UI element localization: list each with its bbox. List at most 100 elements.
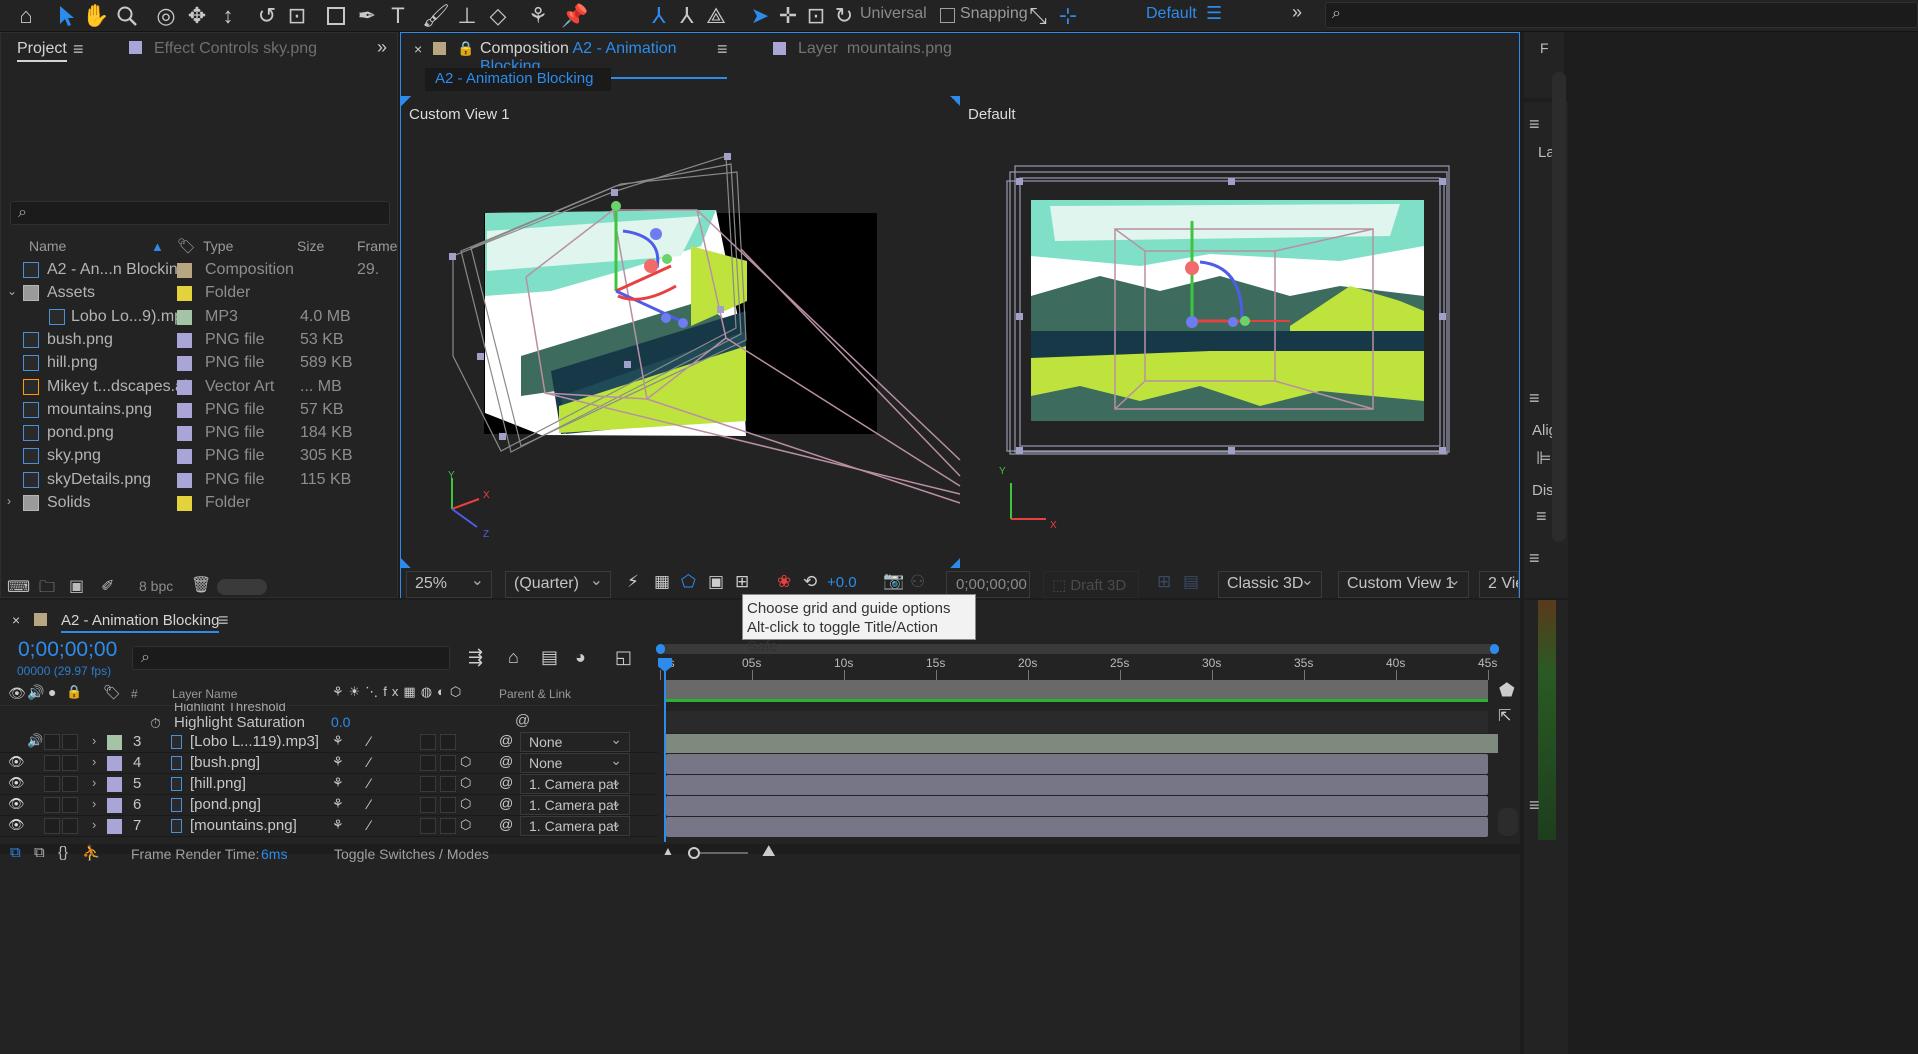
close-tab-icon[interactable]: × — [414, 41, 422, 57]
shy-icon[interactable]: ⚘ — [332, 796, 344, 812]
adjustment-toggle[interactable] — [420, 734, 436, 750]
timeline-search-input[interactable]: ⌕ — [132, 646, 450, 670]
in-out-stretch-icon[interactable]: {} — [58, 844, 68, 861]
parent-link-column[interactable]: Parent & Link — [499, 687, 571, 701]
motion-blur-toggle[interactable] — [440, 734, 456, 750]
home-icon[interactable]: ⌂ — [12, 2, 40, 30]
lock-icon[interactable]: 🔒 — [457, 40, 474, 57]
layer-label-swatch[interactable] — [107, 735, 122, 750]
layer-name[interactable]: [hill.png] — [190, 775, 246, 792]
lock-toggle[interactable] — [62, 734, 78, 750]
new-folder-icon[interactable]: 🗀 — [39, 576, 55, 603]
resolution-dropdown[interactable]: (Quarter) — [505, 570, 611, 598]
quality-icon[interactable]: ⁄ — [368, 733, 370, 749]
motion-blur-toggle[interactable] — [440, 818, 456, 834]
expand-workspaces-icon[interactable]: » — [1292, 2, 1302, 23]
parent-dropdown[interactable]: None — [520, 752, 630, 773]
stopwatch-icon[interactable]: ⏱ — [150, 715, 161, 732]
motion-blur-toggle[interactable] — [440, 797, 456, 813]
puppet-pin-icon[interactable]: 📌 — [561, 2, 589, 30]
chevron-right-icon[interactable]: › — [92, 733, 96, 748]
comp-duration-bar[interactable] — [666, 680, 1488, 699]
timeline-tab[interactable]: A2 - Animation Blocking — [61, 612, 220, 633]
comp-viewer[interactable]: Custom View 1 Default Y X Z Y X — [401, 96, 1519, 568]
motion-blur-toggle[interactable] — [440, 755, 456, 771]
shy-icon[interactable]: ⚘ — [332, 817, 344, 833]
align-panel-menu-icon[interactable]: ≡ — [1529, 388, 1540, 409]
workspace-name[interactable]: Default — [1146, 5, 1197, 23]
project-item-row[interactable]: sky.png PNG file 305 KB — [1, 445, 397, 468]
distribute-icon[interactable]: ≡ — [1536, 506, 1547, 527]
draft-3d-timeline-icon[interactable]: ⌂ — [508, 647, 519, 668]
align-left-icon[interactable]: ⊫ — [1536, 448, 1552, 469]
label-color-swatch[interactable] — [177, 309, 192, 325]
highlight-saturation-value[interactable]: 0.0 — [331, 714, 350, 730]
timeline-scrollbar[interactable] — [1498, 808, 1518, 836]
pan-behind-icon[interactable]: ⊡ — [283, 2, 311, 30]
work-area-start-handle[interactable] — [656, 644, 665, 654]
timeline-layer-row[interactable]: 👁 › 4 [bush.png] ⚘ ⁄ ⬡ @ None — [0, 752, 658, 774]
region-of-interest-icon[interactable]: ▣ — [708, 572, 724, 592]
sort-ascending-icon[interactable]: ▲ — [151, 239, 164, 254]
eye-icon[interactable]: 👁 — [8, 754, 25, 770]
time-ruler[interactable]: 0s05s10s15s20s25s30s35s40s45s — [660, 656, 1497, 680]
zoom-in-icon[interactable]: ⛰ — [762, 843, 775, 861]
label-color-swatch[interactable] — [177, 496, 192, 511]
rectangle-tool-icon[interactable] — [322, 2, 350, 30]
lock-column-icon[interactable]: 🔒 — [66, 684, 82, 700]
project-search-input[interactable]: ⌕ — [10, 201, 390, 225]
label-color-swatch[interactable] — [177, 472, 192, 488]
project-item-row[interactable]: hill.png PNG file 589 KB — [1, 352, 397, 375]
layer-label-swatch[interactable] — [107, 798, 122, 813]
eye-icon[interactable]: 👁 — [8, 817, 25, 833]
chevron-right-icon[interactable]: › — [92, 754, 96, 769]
layer-label-swatch[interactable] — [107, 819, 122, 834]
solo-toggle[interactable] — [44, 818, 60, 834]
snapping-options-icon[interactable]: ⤡ — [1024, 2, 1052, 30]
close-timeline-icon[interactable]: × — [12, 612, 20, 628]
layer-switches-icon[interactable]: ⧉ — [10, 844, 21, 861]
layer-label-swatch[interactable] — [107, 777, 122, 792]
3d-layer-icon[interactable]: ⬡ — [460, 796, 471, 812]
zoom-slider-thumb[interactable] — [688, 847, 700, 859]
timeline-timecode[interactable]: 0;00;00;00 — [18, 638, 117, 662]
view-layout-dropdown[interactable]: 2 Vie — [1479, 571, 1519, 598]
rotation-tool-icon[interactable]: ↺ — [253, 2, 281, 30]
timeline-layer-row[interactable]: 👁 › 6 [pond.png] ⚘ ⁄ ⬡ @1. Camera pat — [0, 794, 658, 816]
eye-icon[interactable]: 👁 — [8, 796, 25, 812]
3d-layer-icon[interactable]: ⬡ — [460, 775, 471, 791]
label-color-swatch[interactable] — [177, 402, 192, 418]
interpret-footage-icon[interactable]: ⌨ — [7, 577, 30, 597]
project-menu-icon[interactable]: ≡ — [73, 39, 84, 60]
dolly-camera-icon[interactable]: ↕ — [214, 2, 242, 30]
composition-mini-flowchart-icon[interactable]: ⇶ — [468, 647, 483, 668]
shy-icon[interactable]: ⚘ — [332, 733, 344, 749]
parent-dropdown[interactable]: 1. Camera pat — [520, 773, 630, 794]
grid-guide-options-icon[interactable]: ⊞ — [735, 572, 749, 592]
clone-stamp-icon[interactable]: ⊥ — [453, 2, 481, 30]
workspace-menu-icon[interactable]: ☰ — [1206, 3, 1222, 24]
tab-project[interactable]: Project — [17, 40, 67, 62]
transparency-grid-icon[interactable]: ▦ — [654, 572, 670, 592]
layer-bar-hill[interactable] — [666, 775, 1488, 795]
parent-dropdown[interactable]: None — [520, 731, 630, 752]
pan-camera-icon[interactable]: ✥ — [183, 2, 211, 30]
timeline-layer-row[interactable]: 👁 › 5 [hill.png] ⚘ ⁄ ⬡ @1. Camera pat — [0, 773, 658, 795]
zoom-out-icon[interactable]: ▲ — [662, 844, 674, 858]
mask-visibility-icon[interactable]: ⬠ — [681, 572, 696, 592]
toggle-switches-modes-button[interactable]: Toggle Switches / Modes — [334, 846, 489, 862]
help-search-input[interactable]: ⌕ — [1325, 2, 1918, 28]
3d-view-dropdown[interactable]: Custom View 1 — [1338, 570, 1469, 598]
layer-bar-mountains[interactable] — [666, 817, 1488, 837]
brush-tool-icon[interactable]: 🖌 — [422, 2, 450, 30]
new-composition-icon[interactable]: ▣ — [69, 576, 84, 596]
orbit-camera-icon[interactable]: ◎ — [152, 2, 180, 30]
solo-toggle[interactable] — [44, 734, 60, 750]
solo-icon[interactable]: ● — [48, 684, 56, 700]
audio-toggle-icon[interactable]: 🔊 — [27, 684, 44, 701]
label-column-icon[interactable]: 🏷 — [103, 684, 121, 701]
parent-pickwhip-icon[interactable]: @ — [499, 753, 513, 769]
fast-previews-icon[interactable]: ⚡ — [627, 572, 639, 592]
project-item-row[interactable]: pond.png PNG file 184 KB — [1, 422, 397, 445]
snapping-checkbox[interactable] — [940, 8, 955, 23]
